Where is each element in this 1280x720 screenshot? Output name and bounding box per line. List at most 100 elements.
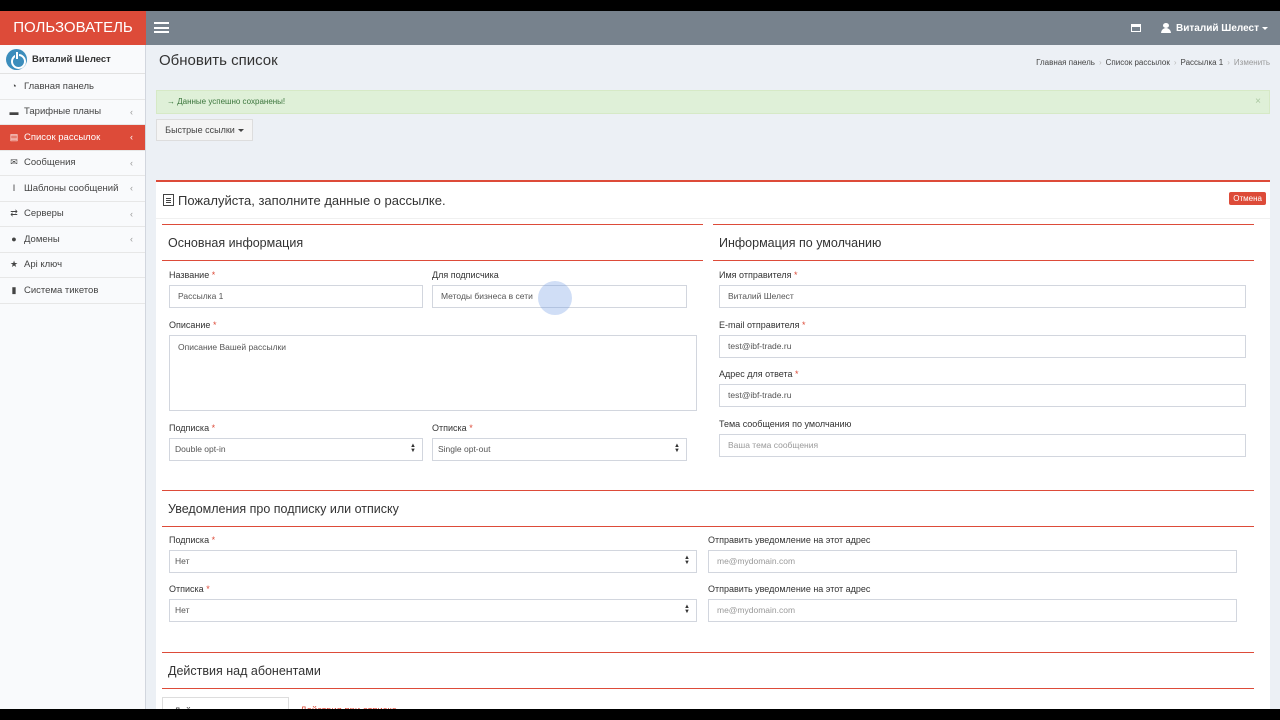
notify-subscribe-value: Нет	[175, 556, 190, 566]
exchange-icon: ⇄	[10, 208, 18, 219]
app-logo[interactable]: ПОЛЬЗОВАТЕЛЬ	[0, 11, 146, 45]
cursor-highlight	[538, 281, 572, 315]
sender-name-input[interactable]: Виталий Шелест	[719, 285, 1246, 308]
select-arrows-icon: ▲ ▼	[674, 443, 680, 454]
alert-text: → Данные успешно сохранены!	[167, 97, 286, 106]
description-textarea[interactable]: Описание Вашей рассылки	[169, 335, 697, 411]
sidebar-item-plans[interactable]: ▬ Тарифные планы ‹	[0, 100, 145, 125]
sidebar-item-dashboard[interactable]: ◔ Главная панель	[0, 74, 145, 100]
default-subject-label: Тема сообщения по умолчанию	[719, 419, 852, 429]
sidebar-item-label: Серверы	[24, 208, 64, 220]
messages-icon[interactable]	[1131, 24, 1142, 32]
caret-down-icon	[1262, 26, 1268, 30]
default-subject-input[interactable]: Ваша тема сообщения	[719, 434, 1246, 457]
quick-links-label: Быстрые ссылки	[165, 125, 235, 135]
sender-email-label: E-mail отправителя *	[719, 320, 806, 330]
notify-unsubscribe-select[interactable]: Нет ▲ ▼	[169, 599, 697, 622]
breadcrumb-separator: ›	[1173, 58, 1177, 67]
breadcrumb-current: Изменить	[1233, 58, 1270, 67]
menu-toggle-icon[interactable]	[154, 22, 169, 33]
sidebar-item-label: Шаблоны сообщений	[24, 182, 119, 194]
chevron-left-icon: ‹	[130, 106, 133, 117]
sidebar-item-api-key[interactable]: ★ Api ключ	[0, 253, 145, 278]
ticket-icon: ▮	[11, 284, 17, 295]
notify-unsubscribe-address-input[interactable]: me@mydomain.com	[708, 599, 1237, 622]
tab-on-subscribe[interactable]: Действия при подписке	[162, 697, 290, 709]
unsubscribe-select-value: Single opt-out	[438, 444, 491, 454]
chevron-left-icon: ‹	[130, 208, 133, 219]
sidebar: Виталий Шелест ◔ Главная панель ▬ Тарифн…	[0, 45, 146, 709]
page-title: Обновить список	[159, 52, 278, 69]
globe-icon: ●	[11, 234, 17, 245]
form-title: Пожалуйста, заполните данные о рассылке.	[178, 192, 446, 208]
caret-down-icon	[237, 129, 244, 133]
sender-name-label: Имя отправителя *	[719, 270, 798, 280]
notify-subscribe-address-label: Отправить уведомление на этот адрес	[708, 535, 871, 545]
subscribe-select-value: Double opt-in	[175, 444, 226, 454]
actions-tabs: Действия при подписке Действия при отпис…	[162, 697, 408, 709]
app-frame: ПОЛЬЗОВАТЕЛЬ Виталий Шелест Виталий Шеле…	[0, 11, 1280, 709]
quick-links-button[interactable]: Быстрые ссылки	[156, 119, 253, 141]
basic-info-box: Основная информация Название * Рассылка …	[162, 224, 703, 474]
select-arrows-icon: ▲ ▼	[410, 443, 416, 454]
chevron-left-icon: ‹	[130, 132, 133, 142]
default-info-title: Информация по умолчанию	[713, 225, 1254, 261]
sidebar-item-tickets[interactable]: ▮ Система тикетов	[0, 278, 145, 304]
breadcrumb: Главная панель › Список рассылок › Рассы…	[1032, 58, 1270, 67]
tab-on-unsubscribe[interactable]: Действия при отписке	[289, 697, 408, 709]
text-cursor-icon: I	[12, 183, 16, 194]
sidebar-user-name: Виталий Шелест	[32, 53, 111, 65]
sidebar-item-templates[interactable]: I Шаблоны сообщений ‹	[0, 176, 145, 202]
breadcrumb-lists[interactable]: Список рассылок	[1106, 58, 1170, 67]
envelope-icon: ✉	[10, 157, 18, 168]
sidebar-item-label: Список рассылок	[24, 131, 101, 143]
sidebar-item-label: Api ключ	[24, 259, 63, 271]
breadcrumb-home[interactable]: Главная панель	[1036, 58, 1095, 67]
unsubscribe-label: Отписка *	[432, 423, 473, 433]
close-icon[interactable]: ×	[1255, 91, 1261, 113]
description-label: Описание *	[169, 320, 217, 330]
basic-info-title: Основная информация	[162, 225, 703, 261]
breadcrumb-separator: ›	[1227, 58, 1230, 67]
user-menu[interactable]: Виталий Шелест	[1176, 23, 1259, 34]
subscribe-select[interactable]: Double opt-in ▲ ▼	[169, 438, 423, 461]
success-alert: → Данные успешно сохранены! ×	[156, 90, 1270, 114]
notifications-box: Уведомления про подписку или отписку Под…	[162, 490, 1254, 640]
select-arrows-icon: ▲ ▼	[684, 555, 690, 566]
sidebar-item-messages[interactable]: ✉ Сообщения ‹	[0, 151, 145, 176]
notify-subscribe-address-input[interactable]: me@mydomain.com	[708, 550, 1237, 573]
sidebar-item-servers[interactable]: ⇄ Серверы ‹	[0, 202, 145, 227]
power-icon	[6, 48, 27, 70]
list-form-box: Пожалуйста, заполните данные о рассылке.…	[156, 180, 1270, 709]
sender-email-input[interactable]: test@ibf-trade.ru	[719, 335, 1246, 358]
notifications-title: Уведомления про подписку или отписку	[162, 491, 1254, 527]
chevron-left-icon: ‹	[130, 234, 133, 244]
sidebar-item-label: Система тикетов	[24, 284, 99, 296]
name-input[interactable]: Рассылка 1	[169, 285, 423, 308]
breadcrumb-separator: ›	[1098, 58, 1102, 67]
unsubscribe-select[interactable]: Single opt-out ▲ ▼	[432, 438, 687, 461]
chevron-left-icon: ‹	[130, 157, 133, 168]
sidebar-item-domains[interactable]: ● Домены ‹	[0, 227, 145, 253]
sidebar-item-label: Домены	[24, 233, 60, 245]
for-subscriber-label: Для подписчика	[432, 270, 499, 280]
clock-icon: ◔	[11, 81, 17, 92]
sidebar-item-label: Сообщения	[24, 157, 76, 169]
breadcrumb-list[interactable]: Рассылка 1	[1181, 58, 1224, 67]
document-icon	[163, 194, 174, 206]
select-arrows-icon: ▲ ▼	[684, 604, 690, 615]
chevron-left-icon: ‹	[130, 183, 133, 193]
notify-unsubscribe-label: Отписка *	[169, 584, 210, 594]
sidebar-item-label: Тарифные планы	[24, 106, 102, 118]
name-label: Название *	[169, 270, 216, 280]
notify-unsubscribe-value: Нет	[175, 605, 190, 615]
user-icon	[1161, 23, 1172, 33]
notify-subscribe-select[interactable]: Нет ▲ ▼	[169, 550, 697, 573]
subscribe-label: Подписка *	[169, 423, 216, 433]
reply-to-input[interactable]: test@ibf-trade.ru	[719, 384, 1246, 407]
notify-unsubscribe-address-label: Отправить уведомление на этот адрес	[708, 584, 871, 594]
sidebar-item-lists[interactable]: ▤ Список рассылок ‹	[0, 125, 145, 151]
sidebar-user: Виталий Шелест	[0, 45, 145, 74]
cancel-button[interactable]: Отмена	[1229, 192, 1266, 205]
sidebar-item-label: Главная панель	[24, 80, 94, 92]
